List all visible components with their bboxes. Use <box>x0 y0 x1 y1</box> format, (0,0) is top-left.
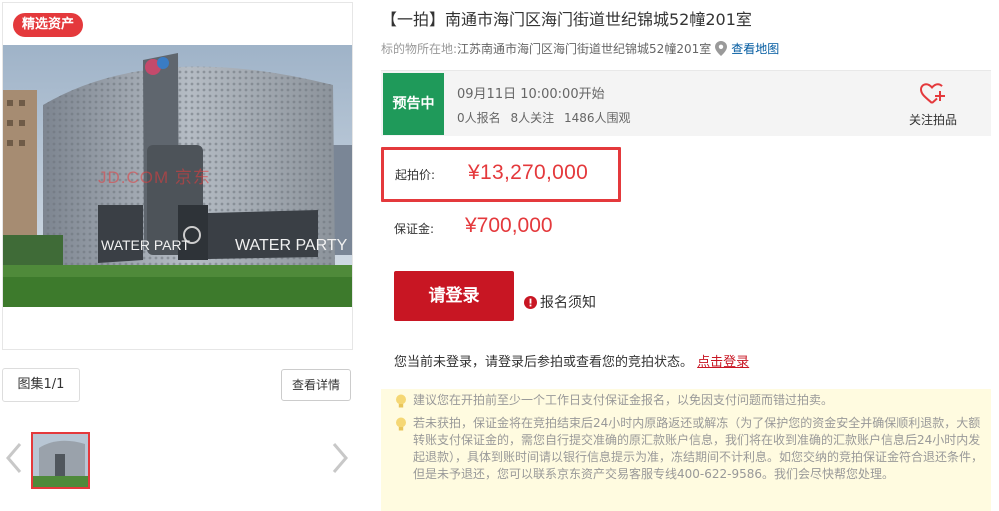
building-sign-left: WATER PART <box>101 237 190 253</box>
chevron-left-icon[interactable] <box>4 440 24 476</box>
auction-status-bar: 预告中 09月11日 10:00:00开始 0人报名 8人关注 1486人围观 … <box>381 70 991 136</box>
featured-asset-badge: 精选资产 <box>13 13 84 37</box>
lightbulb-icon <box>396 394 406 408</box>
starting-price-label: 起拍价: <box>395 168 436 182</box>
tip-text: 建议您在开拍前至少一个工作日支付保证金报名，以免因支付问题而错过拍卖。 <box>413 393 834 407</box>
lightbulb-icon <box>396 417 406 431</box>
jd-watermark: JD.COM 京东 <box>98 168 211 187</box>
signup-count: 0人报名 <box>457 111 501 125</box>
view-map-link[interactable]: 查看地图 <box>731 40 779 57</box>
start-time: 09月11日 10:00:00开始 <box>457 87 605 102</box>
view-details-button[interactable]: 查看详情 <box>281 369 351 401</box>
follow-label: 关注拍品 <box>908 113 957 127</box>
login-button[interactable]: 请登录 <box>394 271 514 321</box>
tip-item: 建议您在开拍前至少一个工作日支付保证金报名，以免因支付问题而错过拍卖。 <box>395 392 983 409</box>
notice-label: 报名须知 <box>540 295 596 311</box>
auction-counts: 0人报名 8人关注 1486人围观 <box>457 109 636 126</box>
auction-info-panel: 【一拍】南通市海门区海门街道世纪锦城52幢201室 标的物所在地: 江苏南通市海… <box>381 0 999 511</box>
location-row: 标的物所在地: 江苏南通市海门区海门街道世纪锦城52幢201室 查看地图 <box>381 40 779 57</box>
follow-item-button[interactable]: 关注拍品 <box>905 83 961 128</box>
click-login-link[interactable]: 点击登录 <box>697 355 749 370</box>
main-photo-frame: 精选资产 WATER PART WATER PARTY JD.COM 京东 <box>2 2 353 350</box>
auction-title: 【一拍】南通市海门区海门街道世纪锦城52幢201室 <box>381 10 752 29</box>
login-hint: 您当前未登录，请登录后参拍或查看您的竞拍状态。 点击登录 <box>394 351 749 370</box>
starting-price-box: 起拍价: ¥13,270,000 <box>381 147 621 202</box>
location-label: 标的物所在地: <box>381 42 458 56</box>
registration-notice-link[interactable]: 报名须知 <box>524 292 596 312</box>
starting-price-value: ¥13,270,000 <box>468 161 589 184</box>
map-pin-icon <box>715 41 728 56</box>
thumbnail-1[interactable] <box>31 432 90 489</box>
alert-icon <box>524 295 537 309</box>
viewer-count: 1486人围观 <box>563 111 631 125</box>
tip-text: 若未获拍，保证金将在竞拍结束后24小时内原路返还或解冻（为了保护您的资金安全并确… <box>413 416 984 481</box>
chevron-right-icon[interactable] <box>330 440 350 476</box>
heart-plus-icon <box>920 83 945 104</box>
tips-box: 建议您在开拍前至少一个工作日支付保证金报名，以免因支付问题而错过拍卖。 若未获拍… <box>381 389 991 511</box>
follower-count: 8人关注 <box>510 111 555 125</box>
building-sign-right: WATER PARTY <box>235 237 348 254</box>
main-photo[interactable]: WATER PART WATER PARTY JD.COM 京东 <box>3 45 352 307</box>
image-gallery: 精选资产 WATER PART WATER PARTY JD.COM 京东 图集… <box>0 0 360 511</box>
login-hint-text: 您当前未登录，请登录后参拍或查看您的竞拍状态。 <box>394 355 694 370</box>
deposit-value: ¥700,000 <box>465 214 553 237</box>
thumbnail-illustration <box>33 434 88 487</box>
gallery-count: 图集1/1 <box>2 368 80 402</box>
deposit-label: 保证金: <box>394 222 435 236</box>
tip-item: 若未获拍，保证金将在竞拍结束后24小时内原路返还或解冻（为了保护您的资金安全并确… <box>395 415 983 483</box>
status-tag: 预告中 <box>383 73 444 135</box>
location-address: 江苏南通市海门区海门街道世纪锦城52幢201室 <box>457 42 712 56</box>
